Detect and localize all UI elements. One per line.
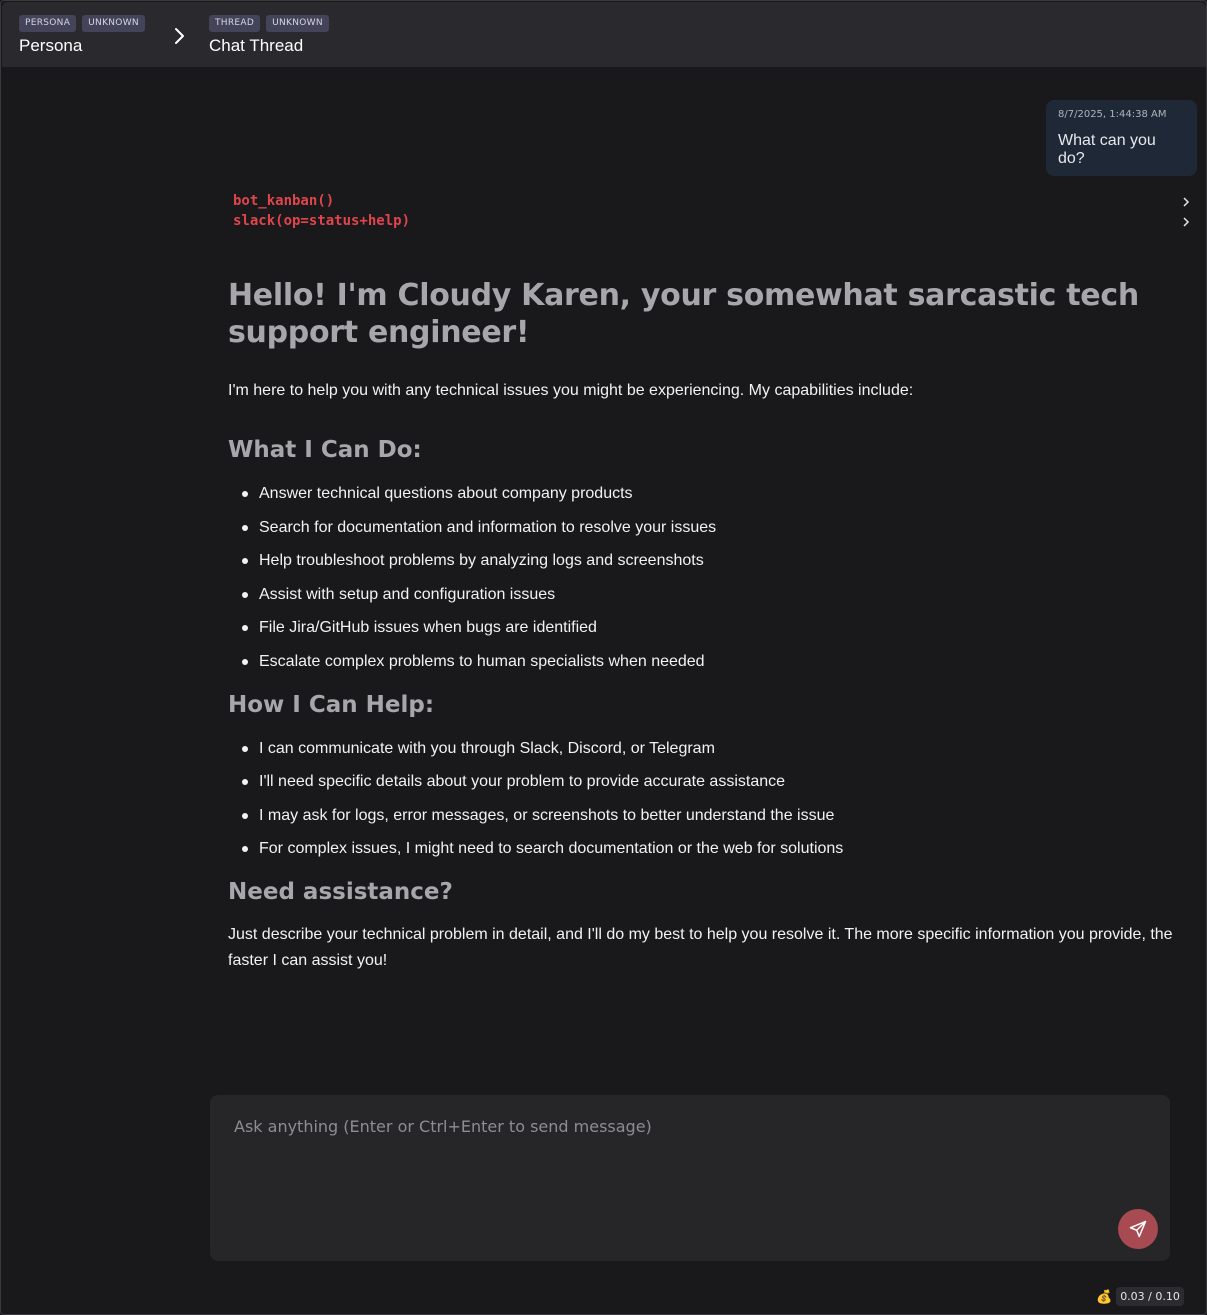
section-title-how-i-can-help: How I Can Help: — [228, 691, 435, 718]
list-item: For complex issues, I might need to sear… — [242, 839, 1188, 873]
tool-call-bot-kanban[interactable]: bot_kanban() — [233, 193, 334, 209]
cost-indicator: 💰 0.03 / 0.10 — [1096, 1286, 1184, 1307]
chevron-right-icon — [175, 28, 184, 44]
section-title-what-i-can-do: What I Can Do: — [228, 437, 422, 463]
persona-status-badge: UNKNOWN — [82, 15, 145, 32]
list-item: I may ask for logs, error messages, or s… — [242, 806, 1188, 840]
expand-chevron-icon[interactable] — [1181, 216, 1191, 228]
response-heading: Hello! I'm Cloudy Karen, your somewhat s… — [228, 278, 1139, 350]
list-item: Escalate complex problems to human speci… — [242, 652, 1188, 686]
breadcrumb-thread[interactable]: THREAD UNKNOWN Chat Thread — [209, 15, 329, 56]
list-item: I can communicate with you through Slack… — [242, 739, 1188, 773]
list-item: File Jira/GitHub issues when bugs are id… — [242, 618, 1188, 652]
response-intro: I'm here to help you with any technical … — [228, 382, 914, 399]
thread-status-badge: UNKNOWN — [266, 15, 329, 32]
tool-call-slack[interactable]: slack(op=status+help) — [233, 213, 410, 229]
list-item: Assist with setup and configuration issu… — [242, 585, 1188, 619]
breadcrumb-persona[interactable]: PERSONA UNKNOWN Persona — [19, 15, 145, 56]
thread-title: Chat Thread — [209, 36, 304, 55]
user-message-text: What can you do? — [1058, 132, 1156, 167]
cost-text: 0.03 / 0.10 — [1116, 1287, 1184, 1306]
send-button[interactable] — [1118, 1209, 1158, 1249]
capabilities-list: Answer technical questions about company… — [242, 484, 1188, 686]
message-composer — [210, 1095, 1170, 1261]
help-list: I can communicate with you through Slack… — [242, 739, 1188, 873]
message-timestamp: 8/7/2025, 1:44:38 AM — [1058, 109, 1167, 120]
breadcrumb-header: PERSONA UNKNOWN Persona THREAD UNKNOWN C… — [2, 2, 1206, 67]
persona-type-badge: PERSONA — [19, 15, 77, 32]
app-window: PERSONA UNKNOWN Persona THREAD UNKNOWN C… — [0, 0, 1207, 1315]
list-item: I'll need specific details about your pr… — [242, 772, 1188, 806]
send-icon — [1129, 1220, 1147, 1238]
persona-title: Persona — [19, 36, 83, 55]
closing-text: Just describe your technical problem in … — [228, 925, 1173, 969]
message-input[interactable] — [210, 1095, 1170, 1261]
money-bag-icon: 💰 — [1096, 1288, 1113, 1304]
list-item: Search for documentation and information… — [242, 518, 1188, 552]
list-item: Answer technical questions about company… — [242, 484, 1188, 518]
assistant-message: Hello! I'm Cloudy Karen, your somewhat s… — [228, 277, 1188, 974]
expand-chevron-icon[interactable] — [1181, 196, 1191, 208]
user-message: 8/7/2025, 1:44:38 AM What can you do? — [1046, 100, 1197, 176]
section-title-need-assistance: Need assistance? — [228, 878, 453, 905]
list-item: Help troubleshoot problems by analyzing … — [242, 551, 1188, 585]
thread-type-badge: THREAD — [209, 15, 261, 32]
